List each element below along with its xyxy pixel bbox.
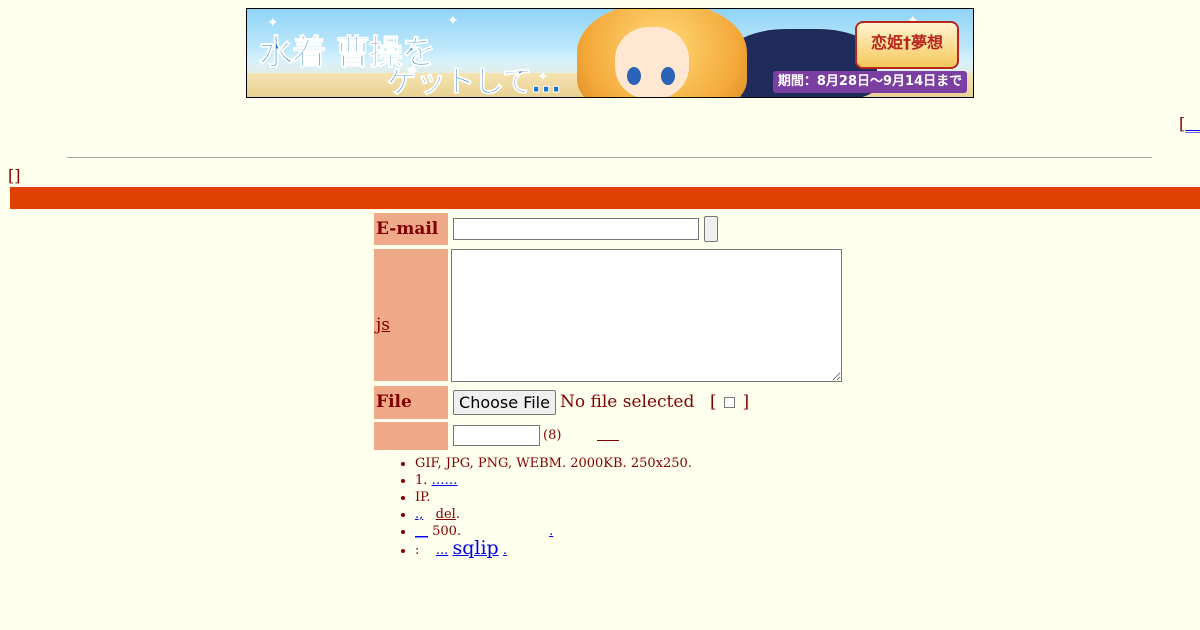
- rule-link[interactable]: __: [415, 524, 428, 539]
- rule-link[interactable]: ……: [432, 473, 458, 488]
- rule-item: IP.: [415, 489, 692, 506]
- email-label: E-mail: [374, 213, 448, 245]
- sparkle-icon: ✦: [447, 13, 459, 29]
- file-status-text: No file selected: [560, 392, 695, 412]
- no-file-bracket-open: [: [710, 392, 717, 412]
- thread-brackets: []: [8, 166, 21, 185]
- divider: [67, 157, 1152, 158]
- submit-button[interactable]: [704, 216, 718, 242]
- posting-rules: GIF, JPG, PNG, WEBM. 2000KB. 250x250. 1.…: [374, 455, 692, 559]
- rule-text: .: [455, 507, 460, 522]
- top-nav-fragment: [__: [1179, 114, 1200, 133]
- eye-icon: [627, 67, 641, 85]
- banner-character-face: [615, 27, 689, 97]
- del-link[interactable]: del: [436, 507, 456, 522]
- rule-item: : ... sqlip .: [415, 537, 692, 559]
- banner-headline-2: ゲットして…: [386, 65, 561, 98]
- password-length-hint: (8): [543, 428, 562, 443]
- rule-item: ., del.: [415, 506, 692, 523]
- post-mode-bar: [10, 187, 1200, 209]
- delete-password-field[interactable]: [453, 425, 540, 446]
- password-label: [374, 422, 448, 450]
- comment-textarea[interactable]: [451, 249, 842, 382]
- banner-game-logo: 恋姫†夢想: [855, 21, 959, 69]
- password-help-link[interactable]: [597, 430, 619, 441]
- eye-icon: [661, 67, 675, 85]
- comment-label: js: [374, 249, 448, 381]
- banner-event-period: 期間：8月28日〜9月14日まで: [773, 71, 967, 93]
- ad-banner[interactable]: ✦ ✦ ✦ ✦ 水着 曹操を ゲットして… 恋姫†夢想 期間：8月28日〜9月1…: [246, 8, 974, 98]
- rule-text: IP.: [415, 490, 431, 505]
- rule-text: GIF, JPG, PNG, WEBM. 2000KB. 250x250.: [415, 456, 692, 471]
- rule-link[interactable]: .,: [415, 507, 423, 522]
- choose-file-button[interactable]: Choose File: [453, 390, 556, 415]
- rule-link[interactable]: ...: [436, 543, 448, 558]
- rule-text: :: [415, 543, 420, 558]
- top-nav-link[interactable]: __: [1185, 114, 1200, 133]
- email-field[interactable]: [453, 218, 699, 240]
- comment-label-link[interactable]: js: [376, 315, 390, 335]
- file-label: File: [374, 386, 448, 419]
- no-file-checkbox[interactable]: [724, 397, 736, 408]
- rule-text: 1.: [415, 473, 428, 488]
- rule-item: GIF, JPG, PNG, WEBM. 2000KB. 250x250.: [415, 455, 692, 472]
- rule-link[interactable]: .: [503, 543, 507, 558]
- no-file-bracket-close: ]: [742, 392, 750, 412]
- rule-link[interactable]: .: [549, 524, 553, 539]
- no-file-option: [ ]: [710, 392, 749, 412]
- sqlip-link[interactable]: sqlip: [452, 537, 498, 559]
- rule-item: 1. ……: [415, 472, 692, 489]
